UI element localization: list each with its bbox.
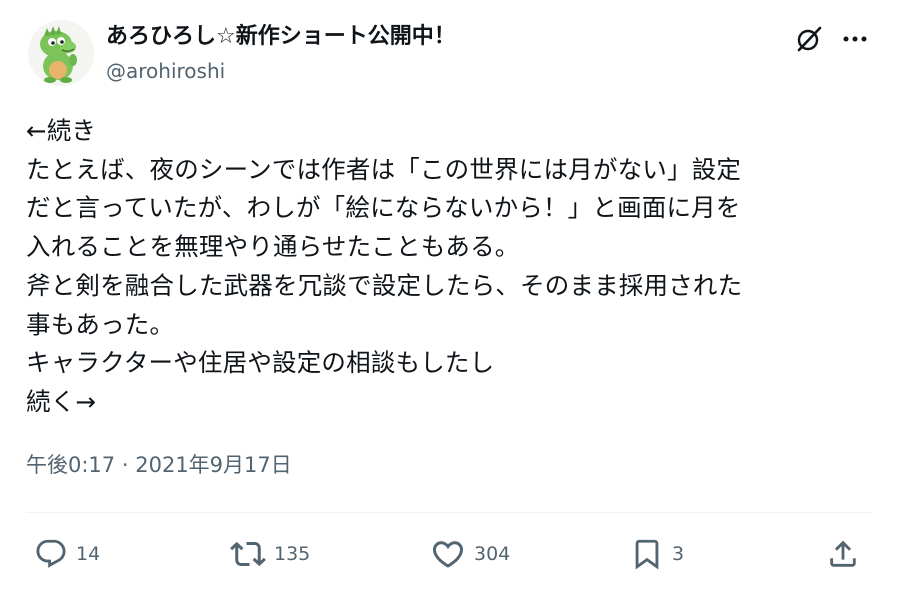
tweet-line: だと言っていたが、わしが「絵にならないから！」と画面に月を	[26, 193, 741, 223]
tweet-timestamp[interactable]: 午後0:17 · 2021年9月17日	[26, 450, 292, 480]
tweet-line: 続く→	[26, 386, 97, 416]
tweet-line: 斧と剣を融合した武器を冗談で設定したら、そのまま採用された	[26, 270, 743, 300]
like-count: 304	[474, 543, 511, 565]
reply-icon	[34, 537, 68, 571]
tweet-line: キャラクターや住居や設定の相談もしたし	[26, 348, 495, 378]
timestamp-separator: ·	[121, 453, 129, 477]
retweet-icon	[230, 536, 266, 572]
retweet-count: 135	[274, 543, 311, 565]
tweet-date[interactable]: 2021年9月17日	[135, 453, 292, 477]
tweet-text: ←続き たとえば、夜のシーンでは作者は「この世界には月がない」設定 だと言ってい…	[26, 112, 876, 422]
grok-button[interactable]	[790, 20, 828, 58]
grok-icon	[794, 24, 824, 54]
like-button[interactable]: 304	[430, 530, 510, 578]
tweet-line: 入れることを無理やり通らせたこともある。	[26, 232, 520, 262]
tweet-line: たとえば、夜のシーンでは作者は「この世界には月がない」設定	[26, 154, 742, 184]
bookmark-button[interactable]: 3	[630, 530, 684, 578]
share-icon	[826, 537, 860, 571]
tweet-line: ←続き	[26, 116, 97, 145]
bookmark-icon	[630, 536, 664, 572]
tweet-time[interactable]: 午後0:17	[26, 453, 115, 477]
action-bar: 14 135 304 3	[0, 530, 897, 578]
share-button[interactable]	[826, 530, 860, 578]
tweet-line: 事もあった。	[26, 309, 175, 339]
reply-button[interactable]: 14	[34, 530, 100, 578]
more-icon	[842, 35, 868, 43]
tweet-header: あろひろし☆新作ショート公開中！ @arohiroshi	[0, 0, 897, 100]
retweet-button[interactable]: 135	[230, 530, 310, 578]
author-handle[interactable]: @arohiroshi	[106, 58, 225, 84]
bookmark-count: 3	[672, 543, 685, 565]
more-button[interactable]	[836, 20, 874, 58]
divider	[26, 512, 872, 513]
avatar[interactable]	[28, 20, 94, 86]
reply-count: 14	[76, 543, 101, 565]
heart-icon	[430, 536, 466, 572]
author-name[interactable]: あろひろし☆新作ショート公開中！	[106, 22, 456, 52]
